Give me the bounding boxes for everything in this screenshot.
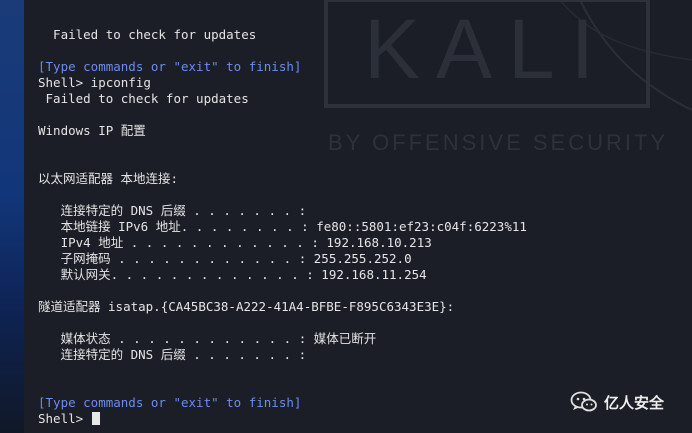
terminal-line-text: 连接特定的 DNS 后缀 . . . . . . . : bbox=[38, 347, 307, 362]
terminal-output-line: 连接特定的 DNS 后缀 . . . . . . . : bbox=[38, 347, 307, 363]
terminal-hint-line: [Type commands or "exit" to finish] bbox=[38, 59, 301, 75]
desktop-wallpaper-strip bbox=[0, 0, 24, 433]
terminal-line-text: 以太网适配器 本地连接: bbox=[38, 171, 179, 186]
terminal-line-text: 隧道适配器 isatap.{CA45BC38-A222-41A4-BFBE-F8… bbox=[38, 299, 455, 314]
terminal-line-text: 子网掩码 . . . . . . . . . . . . : 255.255.2… bbox=[38, 251, 412, 266]
terminal-line-text: [Type commands or "exit" to finish] bbox=[38, 59, 302, 74]
terminal-line-text: Failed to check for updates bbox=[38, 27, 257, 42]
terminal-line-text: Windows IP 配置 bbox=[38, 123, 146, 138]
wechat-account-badge: 亿人安全 bbox=[570, 388, 682, 416]
terminal-output-line: IPv4 地址 . . . . . . . . . . . . : 192.16… bbox=[38, 235, 432, 251]
terminal-line-text: Failed to check for updates bbox=[38, 91, 249, 106]
terminal-line-text: Shell> ipconfig bbox=[38, 75, 151, 90]
wechat-icon bbox=[570, 391, 597, 412]
terminal-output-line: 子网掩码 . . . . . . . . . . . . : 255.255.2… bbox=[38, 251, 412, 267]
terminal-output-line: Failed to check for updates bbox=[38, 27, 256, 43]
terminal-output-line: Windows IP 配置 bbox=[38, 123, 146, 139]
terminal-line-text: [Type commands or "exit" to finish] bbox=[38, 395, 302, 410]
terminal-cursor[interactable] bbox=[91, 412, 100, 425]
terminal-line-text: 本地链接 IPv6 地址. . . . . . . . : fe80::5801… bbox=[38, 219, 527, 234]
terminal-hint-line: [Type commands or "exit" to finish] bbox=[38, 395, 301, 411]
terminal-output-line: 本地链接 IPv6 地址. . . . . . . . : fe80::5801… bbox=[38, 219, 527, 235]
terminal-output-line: 连接特定的 DNS 后缀 . . . . . . . : bbox=[38, 203, 307, 219]
terminal-prompt-line: Shell> ipconfig bbox=[38, 75, 151, 91]
terminal-line-text: 连接特定的 DNS 后缀 . . . . . . . : bbox=[38, 203, 307, 218]
wechat-account-name: 亿人安全 bbox=[604, 393, 665, 412]
terminal-output-line: 默认网关. . . . . . . . . . . . . : 192.168.… bbox=[38, 267, 427, 283]
terminal-output-line: 以太网适配器 本地连接: bbox=[38, 171, 178, 187]
terminal-output-line: Failed to check for updates bbox=[38, 91, 249, 107]
terminal-line-text: Shell> bbox=[38, 411, 91, 426]
terminal-line-text: 媒体状态 . . . . . . . . . . . . : 媒体已断开 bbox=[38, 331, 377, 346]
terminal-input-line[interactable]: Shell> bbox=[38, 411, 100, 427]
terminal-line-text: 默认网关. . . . . . . . . . . . . : 192.168.… bbox=[38, 267, 427, 282]
terminal-line-text: IPv4 地址 . . . . . . . . . . . . : 192.16… bbox=[38, 235, 432, 250]
terminal-output: Failed to check for updates [Type command… bbox=[38, 0, 558, 433]
terminal-output-line: 隧道适配器 isatap.{CA45BC38-A222-41A4-BFBE-F8… bbox=[38, 299, 454, 315]
terminal-output-line: 媒体状态 . . . . . . . . . . . . : 媒体已断开 bbox=[38, 331, 377, 347]
